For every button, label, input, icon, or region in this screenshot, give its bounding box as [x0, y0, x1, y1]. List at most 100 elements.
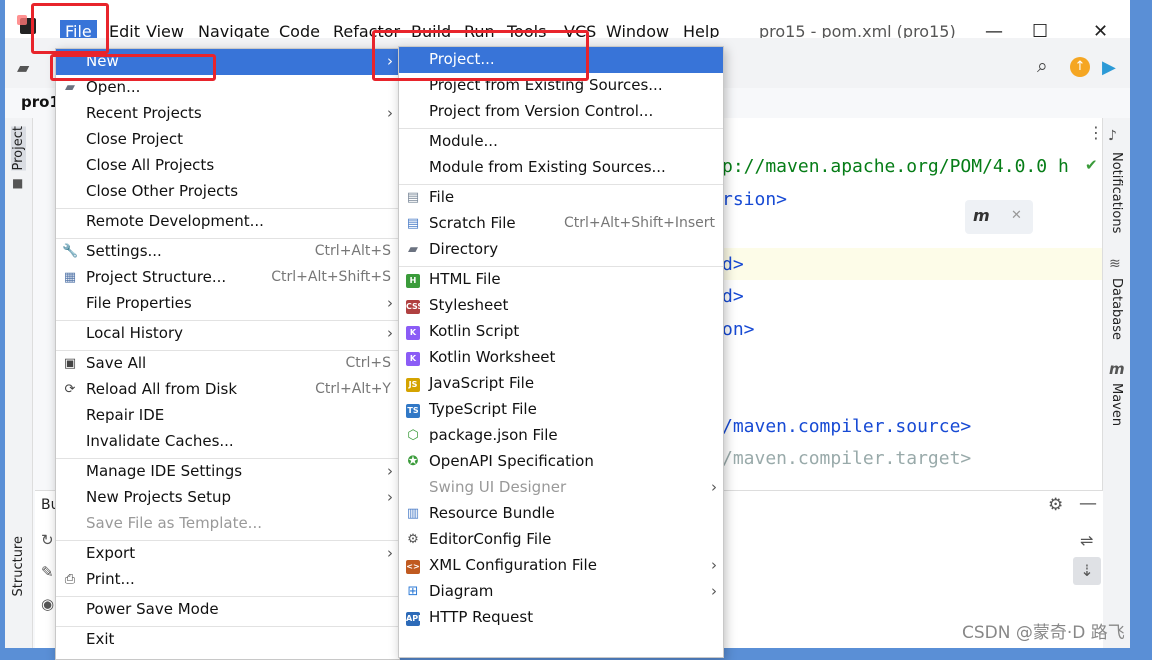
menu-item-label: Swing UI Designer — [429, 478, 567, 496]
file-menu-item-reload-all-from-disk[interactable]: ⟳ Reload All from Disk Ctrl+Alt+Y — [56, 377, 399, 403]
menu-item-shortcut: Ctrl+Alt+Shift+Insert — [563, 215, 715, 231]
file-menu-item-save-all[interactable]: ▣ Save All Ctrl+S — [56, 351, 399, 377]
current-line-highlight — [722, 248, 1103, 280]
new-menu-item-module-from-existing-sources[interactable]: Module from Existing Sources... — [399, 155, 723, 181]
menu-item-shortcut: Ctrl+Alt+Shift+S — [271, 269, 391, 285]
intellij-logo-icon — [17, 15, 36, 34]
search-icon[interactable]: ⌕ — [1037, 55, 1048, 77]
resource-bundle-icon: ▥ — [406, 506, 420, 521]
new-menu-item-editorconfig-file[interactable]: ⚙ EditorConfig File — [399, 527, 723, 553]
update-icon[interactable]: ↑ — [1070, 57, 1090, 77]
file-icon: ▤ — [406, 190, 420, 205]
file-menu-item-file-properties[interactable]: File Properties › — [56, 291, 399, 317]
new-menu-item-http-request[interactable]: API HTTP Request — [399, 605, 723, 631]
file-menu-item-remote-development[interactable]: Remote Development... — [56, 209, 399, 235]
menu-item-label: Resource Bundle — [429, 504, 555, 522]
new-menu-item-xml-configuration-file[interactable]: <> XML Configuration File › — [399, 553, 723, 579]
chevron-right-icon: › — [387, 294, 393, 312]
watermark: CSDN @蒙奇·D 路飞 — [962, 623, 1125, 643]
kotlin-script-icon: K — [405, 324, 421, 340]
soft-wrap-icon[interactable]: ⇌ — [1080, 531, 1093, 550]
new-submenu: Project... Project from Existing Sources.… — [398, 46, 724, 658]
new-menu-item-directory[interactable]: ▰ Directory — [399, 237, 723, 263]
database-tool-button[interactable]: Database — [1109, 278, 1124, 340]
hide-panel-icon[interactable]: — — [1079, 493, 1097, 514]
new-menu-item-html-file[interactable]: H HTML File — [399, 267, 723, 293]
code-line-3: d> — [722, 254, 744, 275]
menu-item-label: File — [429, 188, 455, 206]
chevron-right-icon: › — [387, 488, 393, 506]
new-menu-item-swing-ui-designer: Swing UI Designer › — [399, 475, 723, 501]
menu-item-label: New Projects Setup — [86, 488, 232, 506]
openapi-icon: ✪ — [407, 454, 419, 469]
file-menu-item-new[interactable]: New › — [56, 49, 399, 75]
menu-item-label: package.json File — [429, 426, 558, 444]
nodejs-icon: ⬡ — [407, 428, 419, 443]
new-menu-item-module[interactable]: Module... — [399, 129, 723, 155]
menu-item-label: Settings... — [86, 242, 162, 260]
file-menu-item-power-save-mode[interactable]: Power Save Mode — [56, 597, 399, 623]
file-menu-item-project-structure[interactable]: ▦ Project Structure... Ctrl+Alt+Shift+S — [56, 265, 399, 291]
file-menu-item-close-all-projects[interactable]: Close All Projects — [56, 153, 399, 179]
menu-item-label: Manage IDE Settings — [86, 462, 243, 480]
new-menu-item-project-from-existing-sources[interactable]: Project from Existing Sources... — [399, 73, 723, 99]
file-menu-item-open[interactable]: ▰ Open... — [56, 75, 399, 101]
maven-tool-button[interactable]: Maven — [1109, 383, 1124, 426]
menu-item-label: Exit — [86, 630, 115, 648]
menu-item-label: TypeScript File — [429, 400, 537, 418]
menu-item-label: New — [86, 52, 119, 70]
pin-icon[interactable]: ✎ — [41, 563, 54, 581]
rerun-icon[interactable]: ↻ — [41, 531, 54, 549]
file-menu-item-close-project[interactable]: Close Project — [56, 127, 399, 153]
toolbox-icon[interactable]: ▶ — [1102, 57, 1116, 78]
new-menu-item-kotlin-worksheet[interactable]: K Kotlin Worksheet — [399, 345, 723, 371]
new-menu-item-file[interactable]: ▤ File — [399, 185, 723, 211]
html-file-icon: H — [405, 272, 421, 288]
menu-item-label: Module from Existing Sources... — [429, 158, 666, 176]
file-menu-item-new-projects-setup[interactable]: New Projects Setup › — [56, 485, 399, 511]
file-menu-item-close-other-projects[interactable]: Close Other Projects — [56, 179, 399, 205]
file-menu-item-settings[interactable]: 🔧 Settings... Ctrl+Alt+S — [56, 239, 399, 265]
file-menu-item-invalidate-caches[interactable]: Invalidate Caches... — [56, 429, 399, 455]
file-menu-item-export[interactable]: Export › — [56, 541, 399, 567]
structure-tool-button[interactable]: Structure — [11, 536, 26, 596]
new-menu-item-openapi-specification[interactable]: ✪ OpenAPI Specification — [399, 449, 723, 475]
project-tool-button[interactable]: Project — [11, 126, 26, 171]
folder-icon: ▰ — [408, 242, 418, 257]
new-menu-item-javascript-file[interactable]: JS JavaScript File — [399, 371, 723, 397]
new-menu-item-kotlin-script[interactable]: K Kotlin Script — [399, 319, 723, 345]
file-menu-item-manage-ide-settings[interactable]: Manage IDE Settings › — [56, 459, 399, 485]
open-folder-icon[interactable]: ▰ — [17, 58, 29, 77]
menu-item-label: HTML File — [429, 270, 501, 288]
menu-item-label: Kotlin Script — [429, 322, 520, 340]
menu-item-label: Recent Projects — [86, 104, 202, 122]
new-menu-item-resource-bundle[interactable]: ▥ Resource Bundle — [399, 501, 723, 527]
menu-item-label: Close All Projects — [86, 156, 215, 174]
eye-icon[interactable]: ◉ — [41, 595, 54, 613]
maven-reload-icon[interactable]: m — [973, 206, 990, 225]
css-file-icon: CSS — [405, 298, 423, 314]
menu-item-label: Save File as Template... — [86, 514, 262, 532]
new-menu-item-scratch-file[interactable]: ▤ Scratch File Ctrl+Alt+Shift+Insert — [399, 211, 723, 237]
new-menu-item-diagram[interactable]: ⊞ Diagram › — [399, 579, 723, 605]
notifications-tool-button[interactable]: Notifications — [1109, 152, 1124, 233]
menu-item-label: Open... — [86, 78, 141, 96]
maven-icon: m — [1109, 360, 1125, 378]
code-line-6: /maven.compiler.source> — [722, 416, 972, 437]
file-menu-item-print[interactable]: ⎙ Print... — [56, 567, 399, 593]
scroll-to-end-icon[interactable]: ⇣ — [1073, 557, 1101, 585]
file-menu-item-repair-ide[interactable]: Repair IDE — [56, 403, 399, 429]
file-menu-item-exit[interactable]: Exit — [56, 627, 399, 653]
new-menu-item-project[interactable]: Project... — [399, 47, 723, 73]
new-menu-item-project-from-version-control[interactable]: Project from Version Control... — [399, 99, 723, 125]
api-icon: API — [405, 610, 421, 626]
file-menu-item-local-history[interactable]: Local History › — [56, 321, 399, 347]
file-menu-item-recent-projects[interactable]: Recent Projects › — [56, 101, 399, 127]
new-menu-item-package-json-file[interactable]: ⬡ package.json File — [399, 423, 723, 449]
print-icon: ⎙ — [64, 572, 76, 587]
close-icon[interactable]: ✕ — [1011, 208, 1022, 223]
new-menu-item-stylesheet[interactable]: CSS Stylesheet — [399, 293, 723, 319]
menu-item-label: Project from Existing Sources... — [429, 76, 663, 94]
new-menu-item-typescript-file[interactable]: TS TypeScript File — [399, 397, 723, 423]
gear-icon[interactable]: ⚙ — [1048, 495, 1063, 515]
